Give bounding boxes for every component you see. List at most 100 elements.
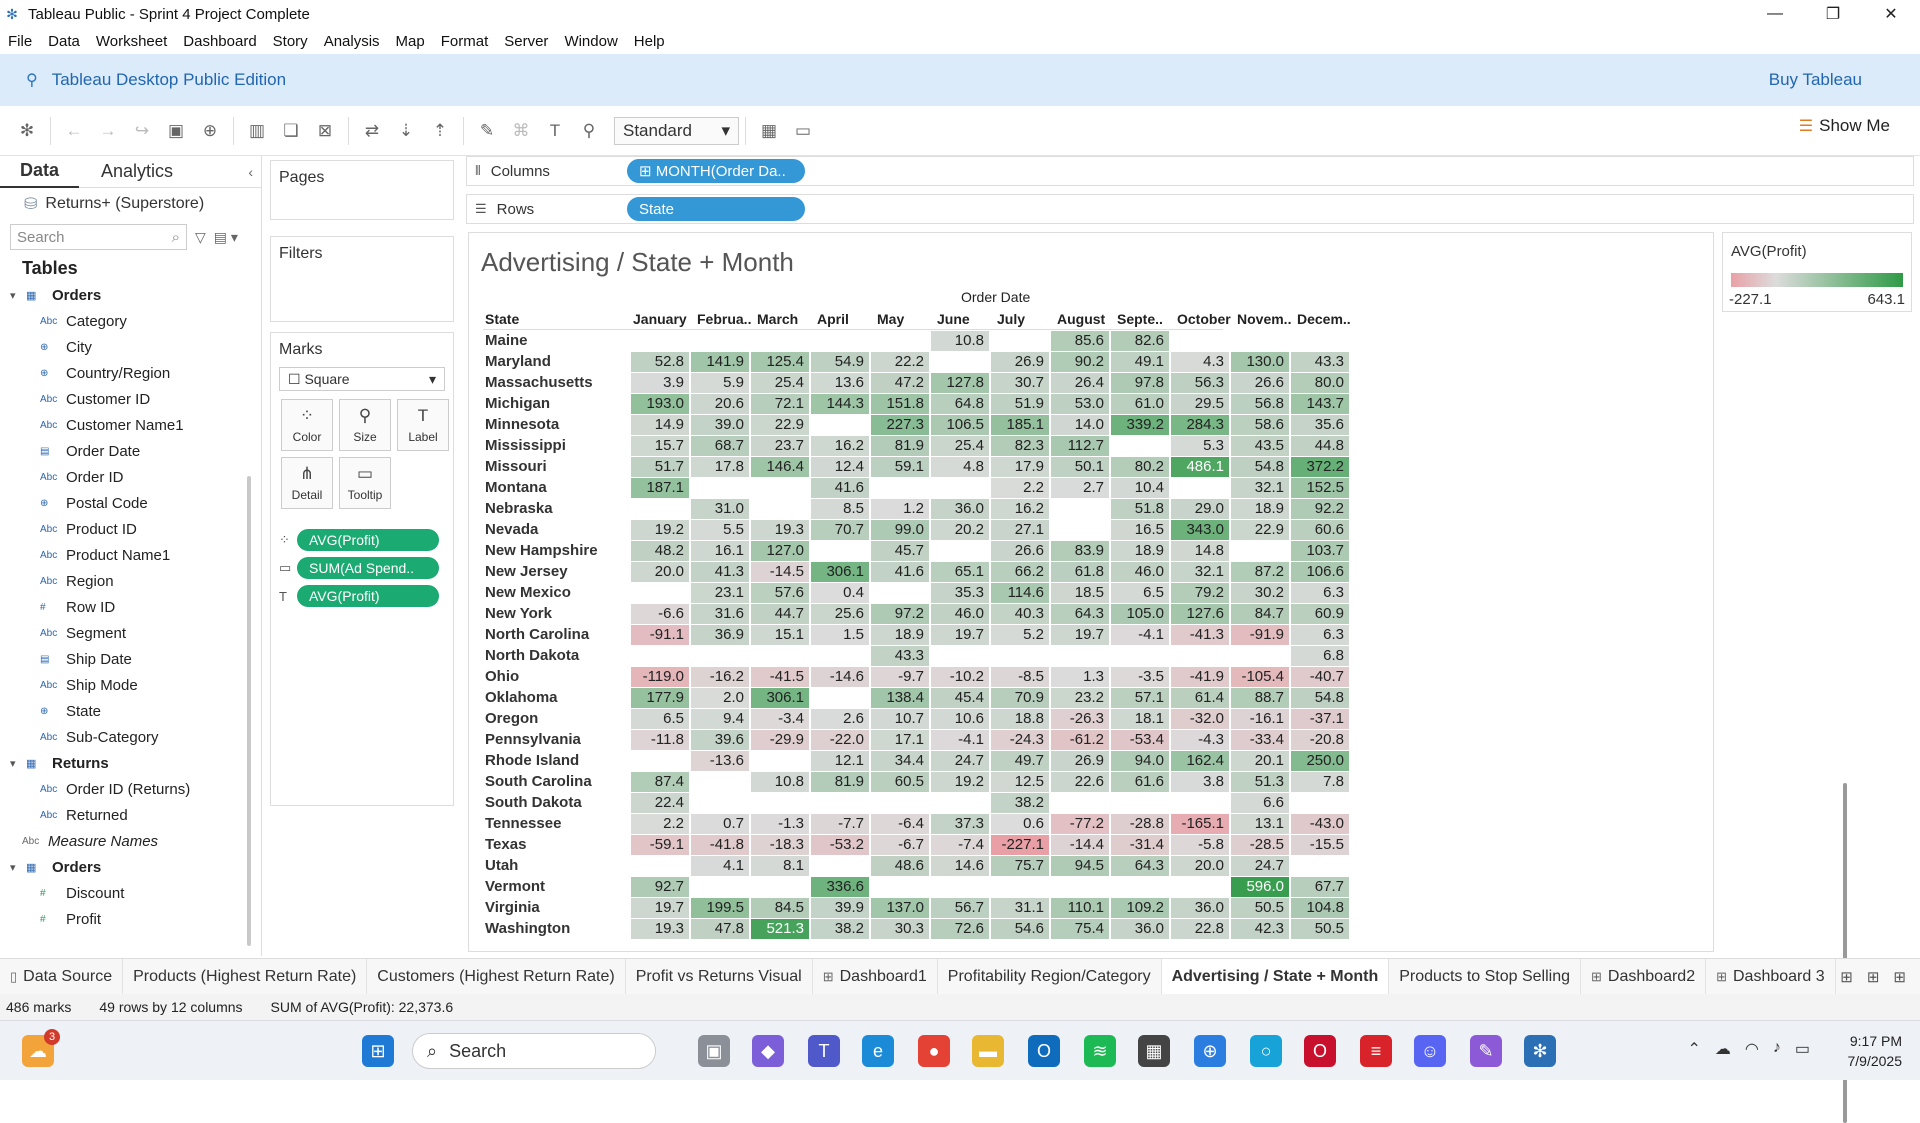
marks-color-button[interactable]: ⁘ Color (281, 399, 333, 451)
highlight-icon[interactable]: ✎ (470, 114, 504, 148)
heatmap-cell[interactable]: -53.2 (811, 835, 869, 855)
heatmap-cell[interactable]: 22.9 (1231, 520, 1289, 540)
marks-label-button[interactable]: T Label (397, 399, 449, 451)
heatmap-cell[interactable]: 105.0 (1111, 604, 1169, 624)
heatmap-cell[interactable]: 37.3 (931, 814, 989, 834)
heatmap-cell[interactable]: 162.4 (1171, 751, 1229, 771)
spotify-icon[interactable]: ≋ (1084, 1035, 1116, 1067)
heatmap-cell[interactable]: 137.0 (871, 898, 929, 918)
heatmap-cell[interactable]: 16.1 (691, 541, 749, 561)
heatmap-cell[interactable]: 36.0 (1111, 919, 1169, 939)
heatmap-cell[interactable]: 10.6 (931, 709, 989, 729)
heatmap-cell[interactable]: -16.2 (691, 667, 749, 687)
heatmap-cell[interactable]: -41.5 (751, 667, 809, 687)
heatmap-cell[interactable]: 53.0 (1051, 394, 1109, 414)
field-item[interactable]: Abc Product ID (0, 516, 261, 542)
heatmap-cell[interactable]: -6.6 (631, 604, 689, 624)
heatmap-cell[interactable]: -41.3 (1171, 625, 1229, 645)
heatmap-cell[interactable]: 72.6 (931, 919, 989, 939)
heatmap-cell[interactable]: -53.4 (1111, 730, 1169, 750)
heatmap-cell[interactable]: -43.0 (1291, 814, 1349, 834)
heatmap-cell[interactable]: 5.5 (691, 520, 749, 540)
new-dashboard-icon[interactable]: ⊞ (1867, 968, 1880, 986)
field-item[interactable]: Abc Segment (0, 620, 261, 646)
heatmap-cell[interactable]: 66.2 (991, 562, 1049, 582)
heatmap-cell[interactable]: -40.7 (1291, 667, 1349, 687)
field-item[interactable]: Abc Product Name1 (0, 542, 261, 568)
wifi-icon[interactable]: ◠ (1745, 1039, 1759, 1059)
field-item[interactable]: Abc Returned (0, 802, 261, 828)
undo-icon[interactable]: ← (57, 114, 91, 148)
heatmap-cell[interactable]: 193.0 (631, 394, 689, 414)
heatmap-cell[interactable]: 114.6 (991, 583, 1049, 603)
heatmap-cell[interactable]: 18.9 (871, 625, 929, 645)
heatmap-cell[interactable]: 90.2 (1051, 352, 1109, 372)
heatmap-cell[interactable]: 81.9 (871, 436, 929, 456)
duplicate-icon[interactable]: ❏ (274, 114, 308, 148)
heatmap-cell[interactable]: 27.1 (991, 520, 1049, 540)
chevron-up-icon[interactable]: ⌃ (1688, 1039, 1701, 1059)
measure-pill[interactable]: AVG(Profit) (297, 585, 439, 607)
heatmap-cell[interactable]: 109.2 (1111, 898, 1169, 918)
heatmap-cell[interactable]: 5.2 (991, 625, 1049, 645)
heatmap-cell[interactable]: 110.1 (1051, 898, 1109, 918)
heatmap-cell[interactable]: -9.7 (871, 667, 929, 687)
heatmap-cell[interactable]: 54.9 (811, 352, 869, 372)
heatmap-cell[interactable]: -77.2 (1051, 814, 1109, 834)
heatmap-cell[interactable]: 5.9 (691, 373, 749, 393)
alexa-icon[interactable]: ○ (1250, 1035, 1282, 1067)
heatmap-cell[interactable]: 54.8 (1231, 457, 1289, 477)
sheet-tab[interactable]: Products (Highest Return Rate) (123, 958, 368, 995)
heatmap-cell[interactable]: 60.5 (871, 772, 929, 792)
sort-descending-icon[interactable]: ⇡ (423, 114, 457, 148)
heatmap-cell[interactable]: 29.0 (1171, 499, 1229, 519)
heatmap-cell[interactable]: 88.7 (1231, 688, 1289, 708)
field-item[interactable]: Abc Ship Mode (0, 672, 261, 698)
swap-icon[interactable]: ⇄ (355, 114, 389, 148)
heatmap-cell[interactable]: 22.6 (1051, 772, 1109, 792)
tab-analytics[interactable]: Analytics (79, 156, 195, 188)
heatmap-cell[interactable]: 56.7 (931, 898, 989, 918)
tableau-home-icon[interactable]: ✻ (10, 114, 44, 148)
heatmap-cell[interactable]: -8.5 (991, 667, 1049, 687)
columns-shelf[interactable]: ⦀ Columns ⊞ MONTH(Order Da.. (466, 156, 1914, 186)
field-item[interactable]: ▤ Ship Date (0, 646, 261, 672)
sheet-tab[interactable]: ▯ Data Source (0, 958, 124, 995)
heatmap-cell[interactable]: 22.8 (1171, 919, 1229, 939)
heatmap-cell[interactable]: 130.0 (1231, 352, 1289, 372)
heatmap-cell[interactable]: 23.1 (691, 583, 749, 603)
data-source-item[interactable]: ⛁ Returns+ (Superstore) (0, 188, 261, 220)
heatmap-cell[interactable]: 54.8 (1291, 688, 1349, 708)
close-icon[interactable]: ✕ (1862, 0, 1920, 28)
heatmap-cell[interactable]: 0.6 (991, 814, 1049, 834)
heatmap-cell[interactable]: -3.5 (1111, 667, 1169, 687)
heatmap-cell[interactable]: -29.9 (751, 730, 809, 750)
app-icon[interactable]: ≡ (1360, 1035, 1392, 1067)
color-legend[interactable]: AVG(Profit) -227.1 643.1 (1722, 232, 1912, 312)
heatmap-cell[interactable]: 35.3 (931, 583, 989, 603)
heatmap-cell[interactable]: 8.1 (751, 856, 809, 876)
heatmap-cell[interactable]: 87.4 (631, 772, 689, 792)
heatmap-cell[interactable]: -41.8 (691, 835, 749, 855)
heatmap-cell[interactable]: 99.0 (871, 520, 929, 540)
heatmap-cell[interactable]: 61.8 (1051, 562, 1109, 582)
menu-analysis[interactable]: Analysis (316, 33, 388, 50)
heatmap-cell[interactable]: 59.1 (871, 457, 929, 477)
heatmap-cell[interactable]: 103.7 (1291, 541, 1349, 561)
heatmap-cell[interactable]: -6.7 (871, 835, 929, 855)
heatmap-cell[interactable]: 51.9 (991, 394, 1049, 414)
heatmap-cell[interactable]: 29.5 (1171, 394, 1229, 414)
heatmap-cell[interactable]: 46.0 (1111, 562, 1169, 582)
heatmap-cell[interactable]: 306.1 (811, 562, 869, 582)
heatmap-cell[interactable]: 61.0 (1111, 394, 1169, 414)
menu-format[interactable]: Format (433, 33, 497, 50)
feather-icon[interactable]: ✎ (1470, 1035, 1502, 1067)
menu-window[interactable]: Window (556, 33, 625, 50)
heatmap-cell[interactable]: 486.1 (1171, 457, 1229, 477)
heatmap-cell[interactable]: -26.3 (1051, 709, 1109, 729)
clear-sheet-icon[interactable]: ⊠ (308, 114, 342, 148)
heatmap-cell[interactable]: 6.6 (1231, 793, 1289, 813)
heatmap-cell[interactable]: 41.6 (811, 478, 869, 498)
heatmap-cell[interactable]: 596.0 (1231, 877, 1289, 897)
outlook-icon[interactable]: O (1028, 1035, 1060, 1067)
